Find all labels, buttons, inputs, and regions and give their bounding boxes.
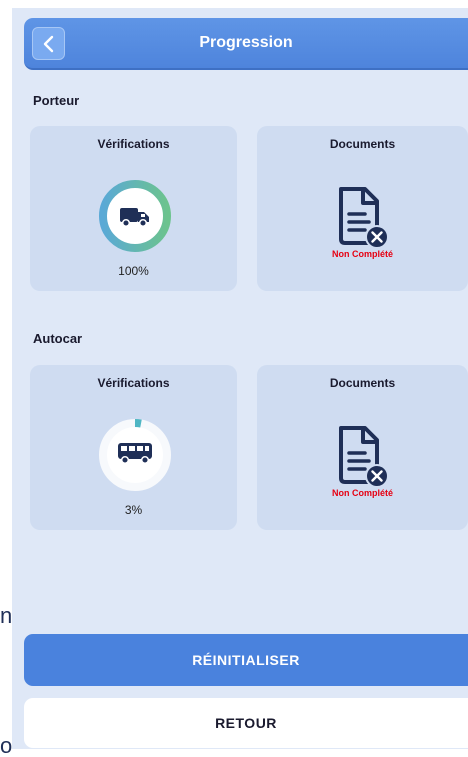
document-cancel-icon	[339, 426, 389, 488]
reset-button[interactable]: RÉINITIALISER	[24, 634, 468, 686]
verifications-card-autocar[interactable]: Vérifications 3%	[30, 365, 237, 530]
back-button[interactable]	[32, 27, 65, 60]
edge-clipped-glyph: n	[0, 603, 13, 628]
progress-percent: 100%	[118, 264, 149, 278]
truck-icon	[120, 208, 149, 228]
status-text: Non Complété	[331, 488, 393, 498]
document-cancel-icon	[339, 187, 389, 249]
edge-clipped-glyph: o	[0, 733, 13, 757]
verifications-card-porteur[interactable]: Vérifications 100%	[30, 126, 237, 291]
page-title: Progression	[199, 34, 293, 51]
back-bottom-button[interactable]: RETOUR	[24, 698, 468, 748]
card-title: Documents	[329, 137, 396, 151]
chevron-left-icon	[43, 35, 53, 52]
bus-icon	[118, 443, 152, 465]
section-title-porteur: Porteur	[33, 93, 80, 108]
card-title: Vérifications	[97, 137, 170, 151]
card-title: Vérifications	[97, 376, 170, 390]
card-title: Documents	[329, 376, 396, 390]
section-title-autocar: Autocar	[33, 331, 83, 346]
progress-percent: 3%	[124, 503, 143, 517]
documents-card-porteur[interactable]: Documents Non Complété	[257, 126, 468, 291]
top-app-bar: Progression	[24, 18, 468, 70]
status-text: Non Complété	[331, 249, 393, 259]
documents-card-autocar[interactable]: Documents Non Complété	[257, 365, 468, 530]
progress-arc	[134, 419, 142, 428]
